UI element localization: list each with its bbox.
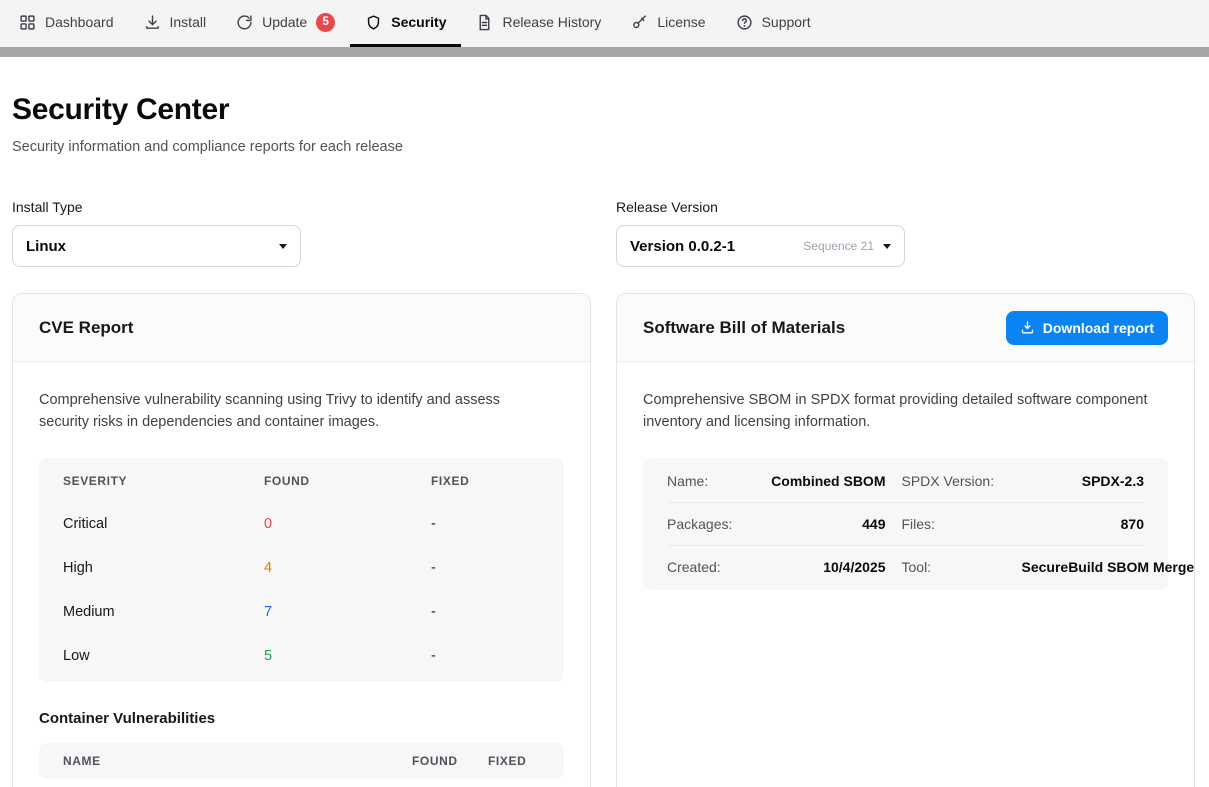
top-navigation: Dashboard Install Update 5 Security Rele… xyxy=(0,0,1209,47)
install-type-field: Install Type Linux xyxy=(12,199,591,267)
nav-label: License xyxy=(657,14,705,30)
nav-item-install[interactable]: Install xyxy=(129,0,222,47)
info-label: SPDX Version: xyxy=(902,473,1006,489)
nav-label: Install xyxy=(170,14,207,30)
found-column-header: Found xyxy=(264,474,431,488)
main-content: Security Center Security information and… xyxy=(0,57,1209,787)
chevron-down-icon xyxy=(279,244,287,249)
info-label: Created: xyxy=(667,559,747,575)
fixed-count: - xyxy=(431,604,564,620)
severity-row-low: Low 5 - xyxy=(39,634,564,678)
chevron-down-icon xyxy=(883,244,891,249)
info-value: SecureBuild SBOM Merger xyxy=(1022,559,1145,575)
filters-row: Install Type Linux Release Version Versi… xyxy=(12,199,1195,267)
security-shield-icon xyxy=(365,14,382,31)
severity-row-critical: Critical 0 - xyxy=(39,502,564,546)
info-value: 449 xyxy=(763,516,886,532)
key-icon xyxy=(631,14,648,31)
cve-report-header: CVE Report xyxy=(13,294,590,362)
fixed-count: - xyxy=(431,516,564,532)
name-column-header: Name xyxy=(63,754,412,768)
release-version-select[interactable]: Version 0.0.2-1 Sequence 21 xyxy=(616,225,905,267)
help-circle-icon xyxy=(736,14,753,31)
nav-item-license[interactable]: License xyxy=(616,0,720,47)
nav-label: Dashboard xyxy=(45,14,114,30)
report-cards: CVE Report Comprehensive vulnerability s… xyxy=(12,293,1195,787)
severity-name: Low xyxy=(63,648,264,664)
severity-row-medium: Medium 7 - xyxy=(39,590,564,634)
update-count-badge: 5 xyxy=(316,13,335,32)
sbom-info-row: Created: 10/4/2025 Tool: SecureBuild SBO… xyxy=(667,546,1144,588)
release-version-value: Version 0.0.2-1 xyxy=(630,238,735,255)
fixed-column-header: Fixed xyxy=(488,754,554,768)
info-value: Combined SBOM xyxy=(763,473,886,489)
found-column-header: Found xyxy=(412,754,488,768)
sbom-description: Comprehensive SBOM in SPDX format provid… xyxy=(643,390,1153,434)
page-title: Security Center xyxy=(12,93,1195,127)
release-version-meta: Sequence 21 xyxy=(803,239,891,253)
sbom-header: Software Bill of Materials Download repo… xyxy=(617,294,1194,362)
download-icon xyxy=(1020,320,1035,335)
fixed-column-header: Fixed xyxy=(431,474,564,488)
download-report-label: Download report xyxy=(1043,320,1154,336)
sbom-card: Software Bill of Materials Download repo… xyxy=(616,293,1195,787)
download-report-button[interactable]: Download report xyxy=(1006,311,1168,345)
cve-report-title: CVE Report xyxy=(39,318,133,338)
severity-column-header: Severity xyxy=(63,474,264,488)
severity-table-header: Severity Found Fixed xyxy=(39,460,564,502)
cve-report-card: CVE Report Comprehensive vulnerability s… xyxy=(12,293,591,787)
fixed-count: - xyxy=(431,560,564,576)
found-count: 5 xyxy=(264,648,431,664)
severity-row-high: High 4 - xyxy=(39,546,564,590)
severity-name: Medium xyxy=(63,604,264,620)
nav-item-dashboard[interactable]: Dashboard xyxy=(4,0,129,47)
nav-label: Release History xyxy=(502,14,601,30)
sbom-info-row: Name: Combined SBOM SPDX Version: SPDX-2… xyxy=(667,460,1144,503)
install-type-label: Install Type xyxy=(12,199,591,215)
fixed-count: - xyxy=(431,648,564,664)
info-value: 10/4/2025 xyxy=(763,559,886,575)
sbom-title: Software Bill of Materials xyxy=(643,318,845,338)
found-count: 4 xyxy=(264,560,431,576)
sbom-info-row: Packages: 449 Files: 870 xyxy=(667,503,1144,546)
info-label: Packages: xyxy=(667,516,747,532)
nav-item-security[interactable]: Security xyxy=(350,0,461,47)
container-vulnerabilities-table-header: Name Found Fixed xyxy=(39,743,564,779)
nav-label: Support xyxy=(762,14,811,30)
nav-label: Security xyxy=(391,14,446,30)
sequence-label: Sequence 21 xyxy=(803,239,874,253)
nav-item-release-history[interactable]: Release History xyxy=(461,0,616,47)
release-version-field: Release Version Version 0.0.2-1 Sequence… xyxy=(616,199,1195,267)
install-type-select[interactable]: Linux xyxy=(12,225,301,267)
container-vulnerabilities-title: Container Vulnerabilities xyxy=(39,710,564,727)
info-label: Name: xyxy=(667,473,747,489)
dashboard-icon xyxy=(19,14,36,31)
info-value: 870 xyxy=(1022,516,1145,532)
nav-item-update[interactable]: Update 5 xyxy=(221,0,350,47)
nav-label: Update xyxy=(262,14,307,30)
severity-name: High xyxy=(63,560,264,576)
install-type-value: Linux xyxy=(26,238,66,255)
divider-strip xyxy=(0,47,1209,57)
document-icon xyxy=(476,14,493,31)
cve-report-body: Comprehensive vulnerability scanning usi… xyxy=(13,362,590,787)
severity-name: Critical xyxy=(63,516,264,532)
sbom-body: Comprehensive SBOM in SPDX format provid… xyxy=(617,362,1194,618)
found-count: 7 xyxy=(264,604,431,620)
install-icon xyxy=(144,14,161,31)
info-label: Tool: xyxy=(902,559,1006,575)
severity-table: Severity Found Fixed Critical 0 - High 4… xyxy=(39,458,564,682)
nav-item-support[interactable]: Support xyxy=(721,0,826,47)
found-count: 0 xyxy=(264,516,431,532)
update-icon xyxy=(236,14,253,31)
release-version-label: Release Version xyxy=(616,199,1195,215)
info-value: SPDX-2.3 xyxy=(1022,473,1145,489)
info-label: Files: xyxy=(902,516,1006,532)
cve-report-description: Comprehensive vulnerability scanning usi… xyxy=(39,390,549,434)
sbom-info-table: Name: Combined SBOM SPDX Version: SPDX-2… xyxy=(643,458,1168,590)
page-subtitle: Security information and compliance repo… xyxy=(12,139,1195,155)
